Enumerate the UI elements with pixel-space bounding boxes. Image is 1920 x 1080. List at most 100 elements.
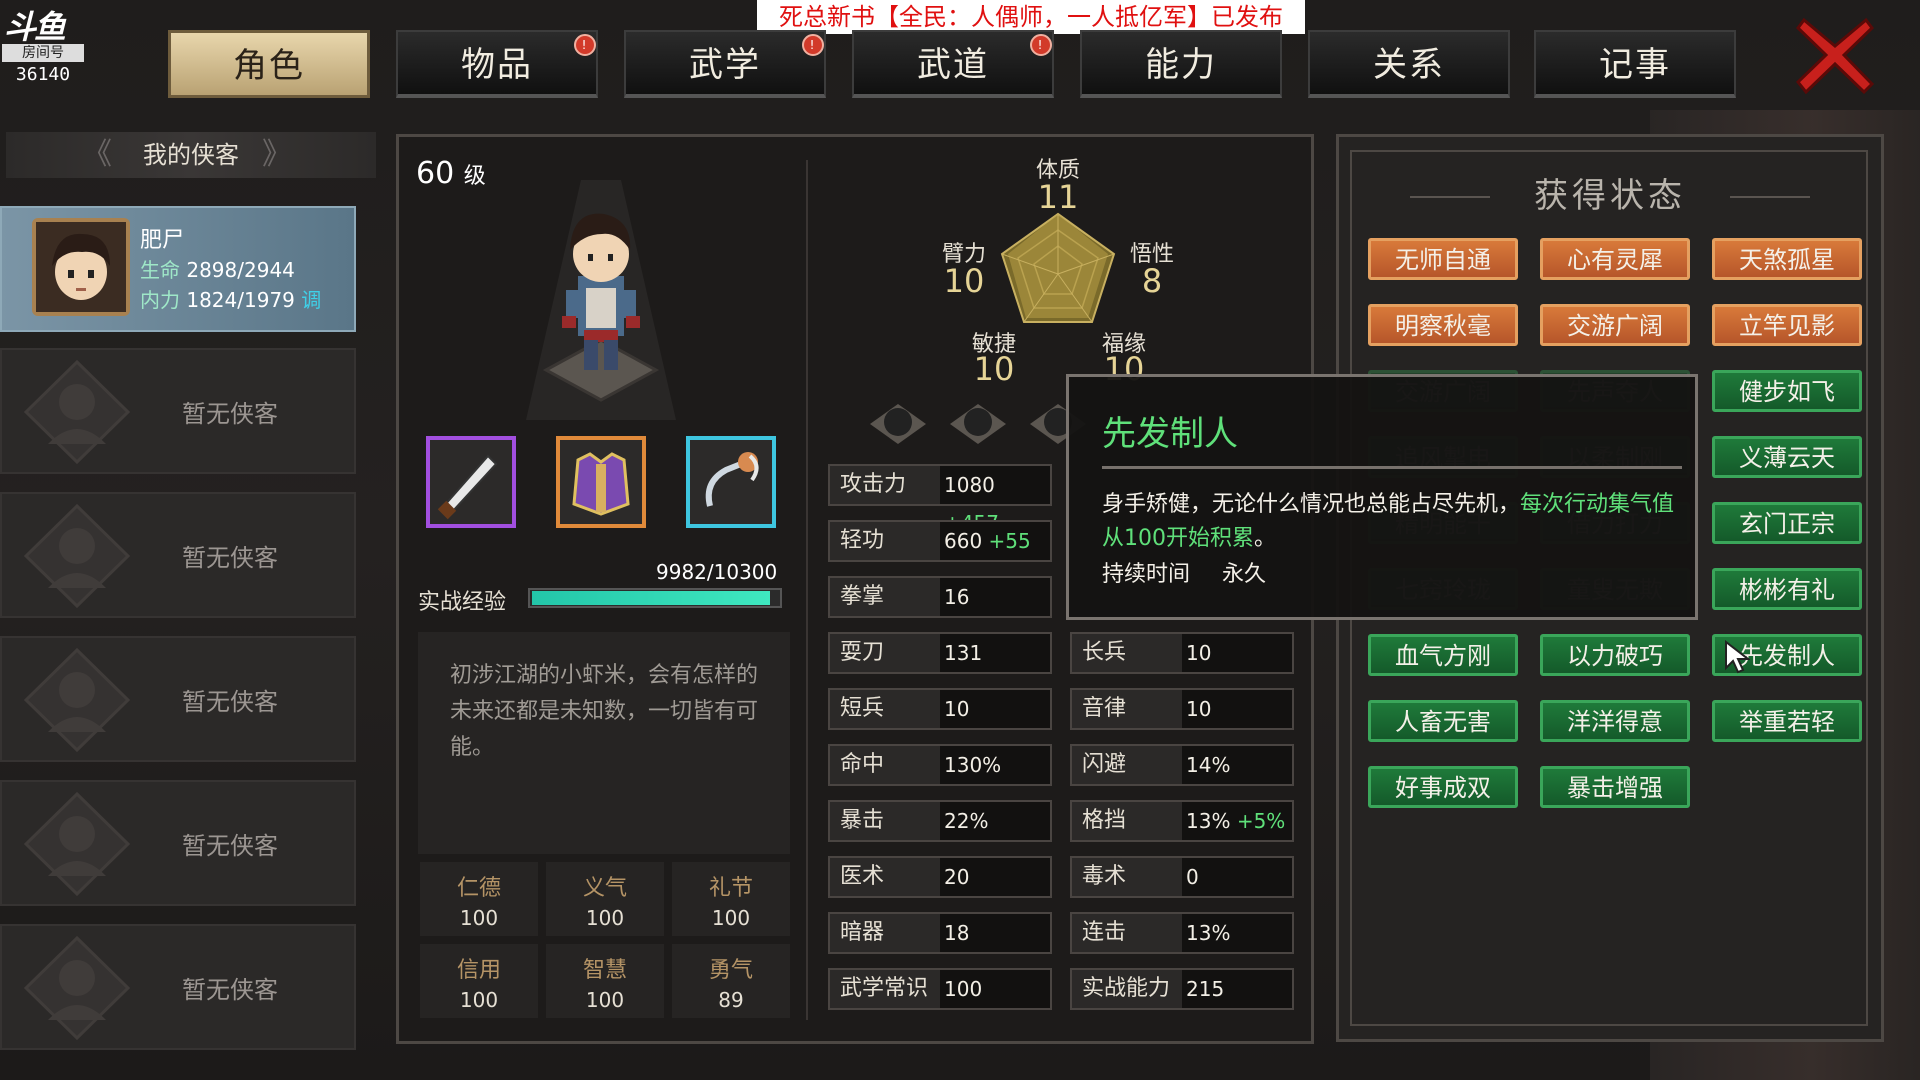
tab-label: 记事 [1599, 45, 1671, 85]
empty-slot-label: 暂无侠客 [182, 976, 278, 1004]
tab-label: 角色 [233, 46, 305, 86]
stat-number: 215 [1186, 977, 1225, 1001]
tooltip-description: 身手矫健，无论什么情况也总能占尽先机，每次行动集气值从100开始积累。 [1102, 488, 1682, 556]
stat-row[interactable]: 命中 130% [828, 744, 1052, 786]
stat-row[interactable]: 暗器 18 [828, 912, 1052, 954]
roster-card-empty[interactable]: 暂无侠客 [0, 348, 356, 474]
attribute-radar [1000, 212, 1116, 323]
buff-badge[interactable]: 无师自通 [1368, 238, 1518, 280]
hp-value: 2898/2944 [186, 258, 295, 282]
roster-card-empty[interactable]: 暂无侠客 [0, 492, 356, 618]
buff-label: 心有灵犀 [1567, 246, 1663, 274]
close-icon[interactable] [1796, 16, 1874, 94]
adjust-tag[interactable]: 调 [301, 288, 321, 312]
equip-slot-weapon[interactable] [426, 436, 516, 528]
buff-badge[interactable]: 好事成双 [1368, 766, 1518, 808]
stat-value: 215 [1186, 970, 1224, 1008]
gem-socket-icon[interactable] [866, 398, 930, 448]
stat-row[interactable]: 耍刀 131 [828, 632, 1052, 674]
alert-badge-icon: ! [574, 34, 596, 56]
buff-badge[interactable]: 血气方刚 [1368, 634, 1518, 676]
stat-row[interactable]: 医术 20 [828, 856, 1052, 898]
tab-journal[interactable]: 记事 [1534, 30, 1736, 98]
room-id: 36140 [15, 64, 71, 85]
tab-martial-arts[interactable]: 武学! [624, 30, 826, 98]
virtue-label: 智慧 [582, 958, 627, 983]
virtue-value: 89 [718, 988, 744, 1012]
tab-abilities[interactable]: 能力 [1080, 30, 1282, 98]
buff-label: 先发制人 [1739, 642, 1835, 670]
stat-row[interactable]: 拳掌 16 [828, 576, 1052, 618]
tab-relations[interactable]: 关系 [1308, 30, 1510, 98]
virtue-cell: 礼节 100 [672, 862, 790, 936]
hook-weapon-icon [705, 452, 759, 507]
armor-icon [572, 452, 630, 516]
character-sprite [526, 180, 676, 420]
stat-row[interactable]: 短兵 10 [828, 688, 1052, 730]
stat-number: 20 [944, 865, 970, 889]
buff-badge[interactable]: 健步如飞 [1712, 370, 1862, 412]
stat-row[interactable]: 格挡 13% +5% [1070, 800, 1294, 842]
virtue-value: 100 [711, 906, 751, 930]
stat-row[interactable]: 实战能力 215 [1070, 968, 1294, 1010]
stat-row[interactable]: 毒术 0 [1070, 856, 1294, 898]
roster-card-empty[interactable]: 暂无侠客 [0, 924, 356, 1050]
brand-text: 斗鱼 [4, 8, 66, 46]
alert-badge-icon: ! [1030, 34, 1052, 56]
chevron-left-icon[interactable]: 《 [82, 132, 112, 178]
buff-badge[interactable]: 天煞孤星 [1712, 238, 1862, 280]
buff-badge[interactable]: 立竿见影 [1712, 304, 1862, 346]
stat-row[interactable]: 闪避 14% [1070, 744, 1294, 786]
attr-value-constitution: 11 [1037, 178, 1079, 216]
chevron-right-icon[interactable]: 》 [262, 132, 292, 178]
empty-slot-label: 暂无侠客 [182, 400, 278, 428]
tooltip-title: 先发制人 [1102, 414, 1238, 454]
equip-slot-armor[interactable] [556, 436, 646, 528]
stat-row[interactable]: 轻功 660 +55 [828, 520, 1052, 562]
buff-badge[interactable]: 心有灵犀 [1540, 238, 1690, 280]
stat-value: 131 [944, 634, 982, 672]
stat-row[interactable]: 音律 10 [1070, 688, 1294, 730]
roster-card-empty[interactable]: 暂无侠客 [0, 780, 356, 906]
buff-label: 人畜无害 [1395, 708, 1491, 736]
tab-label: 关系 [1373, 45, 1445, 85]
buff-label: 立竿见影 [1739, 312, 1835, 340]
buff-badge[interactable]: 义薄云天 [1712, 436, 1862, 478]
stat-row[interactable]: 攻击力1080 +457 [828, 464, 1052, 535]
buff-badge[interactable]: 暴击增强 [1540, 766, 1690, 808]
buff-badge[interactable]: 玄门正宗 [1712, 502, 1862, 544]
buff-label: 以力破巧 [1567, 642, 1663, 670]
buff-badge[interactable]: 人畜无害 [1368, 700, 1518, 742]
level-value: 60 [416, 156, 455, 191]
buff-badge[interactable]: 举重若轻 [1712, 700, 1862, 742]
buff-badge[interactable]: 彬彬有礼 [1712, 568, 1862, 610]
buff-badge[interactable]: 洋洋得意 [1540, 700, 1690, 742]
mp-value: 1824/1979 [186, 288, 295, 312]
virtue-cell: 勇气 89 [672, 944, 790, 1018]
buff-label: 洋洋得意 [1567, 708, 1663, 736]
stat-row[interactable]: 武学常识 100 [828, 968, 1052, 1010]
virtue-value: 100 [459, 988, 499, 1012]
tab-items[interactable]: 物品! [396, 30, 598, 98]
stat-label: 命中 [830, 746, 940, 784]
buff-badge[interactable]: 交游广阔 [1540, 304, 1690, 346]
equip-slot-accessory[interactable] [686, 436, 776, 528]
roster-card-empty[interactable]: 暂无侠客 [0, 636, 356, 762]
buff-badge[interactable]: 明察秋毫 [1368, 304, 1518, 346]
buff-badge[interactable]: 以力破巧 [1540, 634, 1690, 676]
empty-silhouette-icon [23, 647, 131, 753]
status-panel-title: 获得状态 [1534, 176, 1686, 216]
stat-label: 短兵 [830, 690, 940, 728]
stat-row[interactable]: 连击 13% [1070, 912, 1294, 954]
gem-socket-icon[interactable] [946, 398, 1010, 448]
stat-value: 18 [944, 914, 969, 952]
stat-value: 22% [944, 802, 988, 840]
stat-row[interactable]: 长兵 10 [1070, 632, 1294, 674]
stat-label: 暴击 [830, 802, 940, 840]
tab-role[interactable]: 角色 [168, 30, 370, 98]
empty-slot-label: 暂无侠客 [182, 832, 278, 860]
tab-martial-way[interactable]: 武道! [852, 30, 1054, 98]
stat-row[interactable]: 暴击 22% [828, 800, 1052, 842]
description-text: 初涉江湖的小虾米，会有怎样的未来还都是未知数，一切皆有可能。 [450, 663, 759, 760]
empty-silhouette-icon [23, 359, 131, 465]
